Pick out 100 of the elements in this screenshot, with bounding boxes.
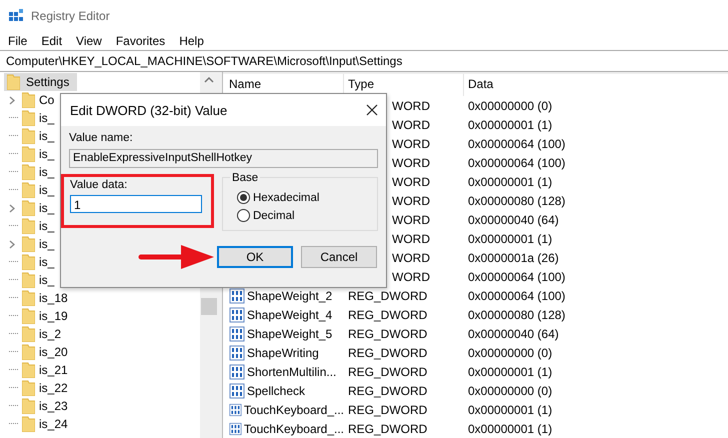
tree-item[interactable]: is_21 (39, 363, 68, 377)
scroll-up-icon[interactable] (204, 76, 214, 84)
field-label: Value data: (70, 179, 128, 191)
folder-icon (22, 164, 35, 180)
value-type: WORD (392, 136, 430, 150)
radio-option[interactable]: Decimal (236, 209, 377, 222)
value-data: 0x00000064 (100) (468, 288, 566, 302)
value-data: 0x00000080 (128) (468, 194, 566, 208)
scroll-thumb[interactable] (201, 298, 217, 315)
folder-icon (22, 128, 35, 144)
binary-value-icon (229, 288, 245, 304)
folder-icon (7, 74, 20, 90)
binary-value-icon (229, 382, 245, 398)
value-data: 0x00000064 (100) (468, 156, 566, 170)
value-name[interactable]: Spellcheck (247, 384, 306, 398)
binary-value-icon (229, 344, 245, 360)
tree-item[interactable]: is_18 (39, 291, 68, 305)
tree-item[interactable]: is_20 (39, 345, 68, 359)
folder-icon (22, 272, 35, 288)
tree-item[interactable]: is_2 (39, 327, 62, 341)
tree-item[interactable]: is_ (39, 255, 54, 269)
folder-icon (22, 110, 35, 126)
value-type: REG_DWORD (348, 422, 428, 436)
value-type: REG_DWORD (348, 308, 428, 322)
folder-icon (22, 254, 35, 270)
value-data: 0x00000000 (0) (468, 346, 552, 360)
menu-item[interactable]: View (76, 34, 102, 48)
tree-item[interactable]: is_24 (39, 417, 68, 431)
value-name[interactable]: ShapeWriting (247, 346, 319, 360)
value-type: WORD (392, 118, 430, 132)
menu-item[interactable]: Help (179, 34, 204, 48)
value-data: 0x00000080 (128) (468, 308, 566, 322)
value-data: 0x00000000 (0) (468, 98, 552, 112)
value-type: REG_DWORD (348, 346, 428, 360)
tree-item[interactable]: is_ (39, 165, 54, 179)
value-name[interactable]: ShortenMultilin... (247, 364, 336, 378)
value-name-field[interactable]: EnableExpressiveInputShellHotkey (69, 149, 378, 168)
address-bar[interactable]: Computer\HKEY_LOCAL_MACHINE\SOFTWARE\Microsoft\Input\Settings (0, 50, 728, 72)
radio-option[interactable]: Hexadecimal (236, 191, 377, 204)
tree-item[interactable]: is_ (39, 129, 54, 143)
tree-item[interactable]: is_ (39, 201, 54, 215)
column-header[interactable]: Data (464, 74, 494, 96)
close-icon[interactable] (366, 104, 378, 116)
value-data-field[interactable]: 1 (70, 195, 202, 213)
value-type: REG_DWORD (348, 384, 428, 398)
group-label: Base (230, 172, 260, 184)
binary-value-icon (229, 326, 245, 342)
window-title: Registry Editor (31, 9, 110, 23)
value-type: WORD (392, 270, 430, 284)
tree-item[interactable]: is_22 (39, 381, 68, 395)
tree-item[interactable]: Co (39, 93, 54, 107)
value-name[interactable]: ShapeWeight_4 (247, 308, 332, 322)
binary-value-icon (229, 364, 245, 380)
value-data: 0x00000001 (1) (468, 402, 552, 416)
tree-item[interactable]: is_ (39, 219, 54, 233)
value-data: 0x00000001 (1) (468, 422, 552, 436)
value-type: WORD (392, 194, 430, 208)
folder-icon (22, 308, 35, 324)
value-data: 0x00000001 (1) (468, 174, 552, 188)
value-data: 0x00000000 (0) (468, 384, 552, 398)
tree-item[interactable]: is_ (39, 111, 54, 125)
folder-icon (22, 92, 35, 108)
binary-value-icon (229, 306, 245, 322)
dialog-button[interactable]: OK (217, 246, 293, 268)
folder-icon (22, 326, 35, 342)
dialog-button[interactable]: Cancel (301, 246, 377, 268)
chevron-icon[interactable] (9, 240, 15, 248)
chevron-icon[interactable] (9, 204, 15, 212)
value-data: 0x00000001 (1) (468, 364, 552, 378)
tree-item[interactable]: Settings (4, 73, 78, 91)
tree-item[interactable]: is_ (39, 273, 54, 287)
tree-item[interactable]: is_ (39, 237, 54, 251)
folder-icon (22, 362, 35, 378)
tree-item[interactable]: is_ (39, 183, 54, 197)
menu-item[interactable]: Favorites (116, 34, 166, 48)
chevron-icon[interactable] (9, 96, 15, 104)
folder-icon (22, 398, 35, 414)
folder-icon (22, 380, 35, 396)
value-type: WORD (392, 156, 430, 170)
folder-icon (22, 236, 35, 252)
value-name[interactable]: TouchKeyboard_... (244, 422, 344, 436)
folder-icon (22, 182, 35, 198)
tree-item[interactable]: is_19 (39, 309, 68, 323)
dialog-title: Edit DWORD (32-bit) Value (70, 102, 228, 118)
folder-icon (22, 146, 35, 162)
value-name[interactable]: ShapeWeight_5 (247, 326, 332, 340)
value-name[interactable]: TouchKeyboard_... (244, 402, 344, 416)
tree-item[interactable]: is_ (39, 147, 54, 161)
value-type: REG_DWORD (348, 326, 428, 340)
value-type: WORD (392, 232, 430, 246)
menu-item[interactable]: Edit (41, 34, 62, 48)
menu-item[interactable]: File (8, 34, 28, 48)
value-type: WORD (392, 212, 430, 226)
value-type: WORD (392, 98, 430, 112)
folder-icon (22, 218, 35, 234)
value-data: 0x00000040 (64) (468, 212, 559, 226)
value-name[interactable]: ShapeWeight_2 (247, 288, 332, 302)
field-label: Value name: (69, 132, 134, 144)
value-data: 0x00000001 (1) (468, 232, 552, 246)
tree-item[interactable]: is_23 (39, 399, 68, 413)
